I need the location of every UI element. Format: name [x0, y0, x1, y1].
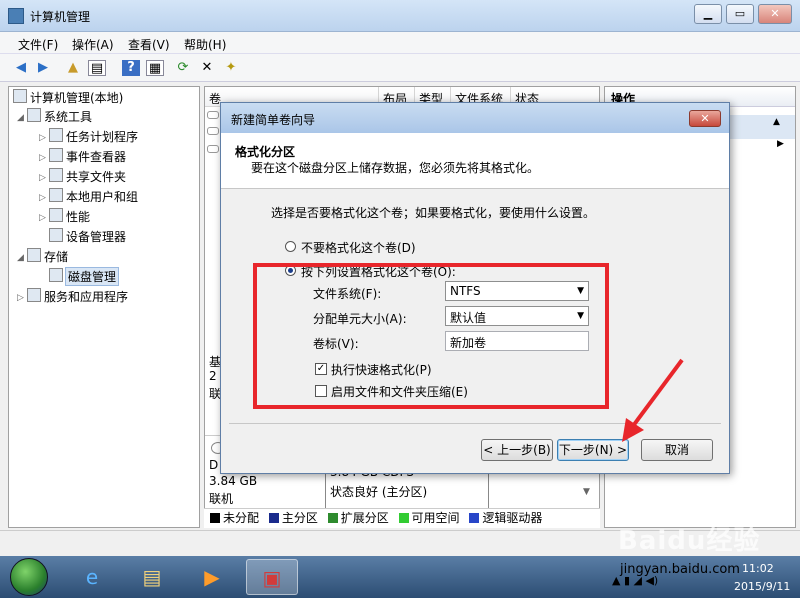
computer-management-icon	[8, 8, 24, 24]
up-folder-icon[interactable]: ▲	[64, 60, 82, 76]
computer-management-taskbar-icon[interactable]: ▣	[246, 559, 298, 595]
cdrom-volume-status: 状态良好 (主分区)	[330, 485, 428, 499]
legend-swatch-logical	[469, 513, 480, 523]
tree-item-shared-folders[interactable]: ▷ 共享文件夹	[39, 168, 126, 186]
legend-unallocated: 未分配	[223, 511, 260, 525]
format-prompt: 选择是否要格式化这个卷；如果要格式化，要使用什么设置。	[271, 206, 596, 220]
services-icon	[27, 288, 41, 302]
baidu-watermark: Baidu经验	[618, 526, 761, 556]
cdrom-size: 3.84 GB	[209, 474, 258, 488]
users-icon	[49, 188, 63, 202]
tree-item-services-apps[interactable]: ▷ 服务和应用程序	[17, 288, 128, 306]
refresh-icon[interactable]: ⟳	[174, 60, 192, 76]
computer-icon	[13, 89, 27, 103]
properties-icon[interactable]: ▦	[146, 60, 164, 76]
file-explorer-icon[interactable]: ▤	[126, 559, 178, 595]
tree-item-performance[interactable]: ▷ 性能	[39, 208, 90, 226]
dialog-header-title: 格式化分区	[235, 145, 296, 159]
dialog-close-button[interactable]: ✕	[689, 110, 721, 127]
tree-item-event-viewer[interactable]: ▷ 事件查看器	[39, 148, 126, 166]
dialog-header-subtitle: 要在这个磁盘分区上储存数据，您必须先将其格式化。	[251, 161, 540, 175]
annotation-arrow-icon	[622, 358, 684, 442]
delete-icon[interactable]: ✕	[198, 60, 216, 76]
maximize-button[interactable]: ▭	[726, 4, 754, 24]
show-hide-tree-icon[interactable]: ▤	[88, 60, 106, 76]
menu-view[interactable]: 查看(V)	[128, 36, 170, 53]
volume-icon	[207, 127, 219, 135]
scroll-down-icon[interactable]: ▼	[583, 487, 590, 497]
radio-no-format[interactable]	[285, 241, 296, 252]
storage-icon	[27, 248, 41, 262]
legend-swatch-unallocated	[210, 513, 220, 523]
legend-swatch-primary	[268, 513, 279, 523]
device-icon	[49, 228, 63, 242]
start-button[interactable]	[10, 558, 48, 596]
more-actions-icon[interactable]: ▶	[777, 139, 784, 149]
collapse-icon[interactable]: ▲	[773, 117, 780, 127]
legend-swatch-free	[398, 513, 409, 523]
legend-primary: 主分区	[281, 511, 318, 525]
navigation-tree: 计算机管理(本地) ◢ 系统工具 ▷ 任务计划程序 ▷ 事件查看器 ▷ 共享文件夹 ▷ 本…	[8, 86, 200, 528]
menu-file[interactable]: 文件(F)	[18, 36, 58, 53]
watermark-url: jingyan.baidu.com	[620, 562, 740, 577]
help-icon[interactable]: ?	[122, 60, 140, 76]
performance-icon	[49, 208, 63, 222]
tree-item-storage[interactable]: ◢ 存储	[17, 248, 68, 266]
tree-item-computer-management[interactable]: 计算机管理(本地)	[13, 89, 123, 107]
event-icon	[49, 148, 63, 162]
menu-action[interactable]: 操作(A)	[72, 36, 114, 53]
forward-icon[interactable]: ▶	[34, 60, 52, 76]
legend-swatch-extended	[327, 513, 338, 523]
clock-icon	[49, 128, 63, 142]
cdrom-letter: D	[209, 458, 219, 472]
window-titlebar: 计算机管理 ▁ ▭ ✕	[0, 0, 800, 32]
back-button[interactable]: < 上一步(B)	[481, 439, 553, 461]
radio-no-format-label[interactable]: 不要格式化这个卷(D)	[301, 239, 416, 256]
annotation-highlight-box	[253, 263, 609, 409]
volume-icon	[207, 145, 219, 153]
toolbar: ◀ ▶ ▲ ▤ ? ▦ ⟳ ✕ ✦	[0, 54, 800, 82]
media-player-icon[interactable]: ▶	[186, 559, 238, 595]
menu-bar: 文件(F) 操作(A) 查看(V) 帮助(H)	[0, 32, 800, 54]
wizard-icon[interactable]: ✦	[222, 60, 240, 76]
dialog-title: 新建简单卷向导	[231, 113, 316, 127]
cdrom-status: 联机	[209, 492, 234, 506]
tree-item-system-tools[interactable]: ◢ 系统工具	[17, 108, 92, 126]
disk0-size: 2	[209, 369, 217, 383]
tree-item-device-manager[interactable]: 设备管理器	[49, 228, 126, 246]
shared-folder-icon	[49, 168, 63, 182]
tree-item-local-users[interactable]: ▷ 本地用户和组	[39, 188, 138, 206]
disk-legend: 未分配 主分区 扩展分区 可用空间 逻辑驱动器	[204, 508, 600, 528]
legend-free: 可用空间	[411, 511, 460, 525]
tree-item-disk-management[interactable]: 磁盘管理	[49, 267, 120, 286]
back-icon[interactable]: ◀	[12, 60, 30, 76]
close-button[interactable]: ✕	[758, 4, 792, 24]
internet-explorer-icon[interactable]: e	[66, 559, 118, 595]
menu-help[interactable]: 帮助(H)	[184, 36, 226, 53]
clock-date[interactable]: 2015/9/11	[734, 580, 790, 593]
legend-logical: 逻辑驱动器	[482, 511, 543, 525]
clock-time: 11:02	[742, 562, 774, 575]
window-title: 计算机管理	[30, 10, 91, 24]
legend-extended: 扩展分区	[340, 511, 389, 525]
volume-icon	[207, 111, 219, 119]
tree-item-task-scheduler[interactable]: ▷ 任务计划程序	[39, 128, 138, 146]
dialog-header: 格式化分区 要在这个磁盘分区上储存数据，您必须先将其格式化。	[221, 133, 729, 189]
disk-icon	[49, 268, 63, 282]
tools-icon	[27, 108, 41, 122]
minimize-button[interactable]: ▁	[694, 4, 722, 24]
dialog-titlebar: 新建简单卷向导 ✕	[221, 103, 729, 133]
